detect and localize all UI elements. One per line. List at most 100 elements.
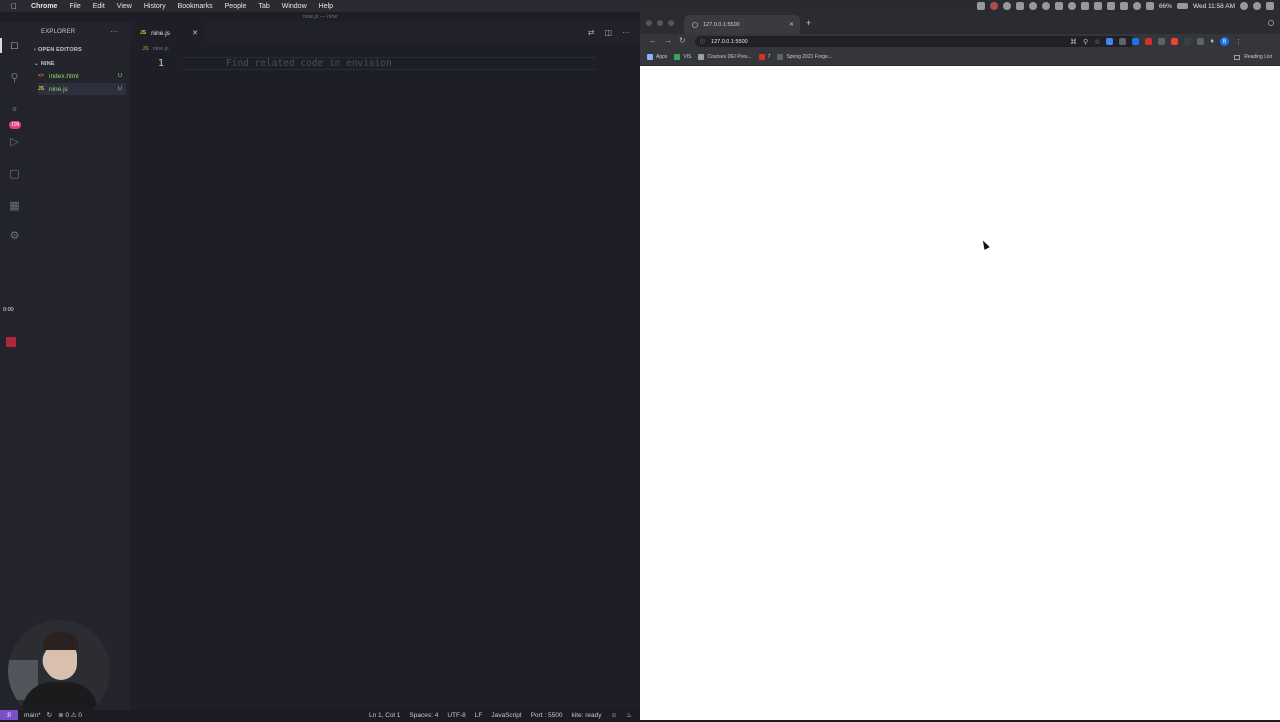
gear-icon[interactable] xyxy=(1002,2,1011,10)
split-editor-icon[interactable]: ◫ xyxy=(604,28,612,37)
bookmark-7[interactable]: 7 xyxy=(758,54,770,60)
extension-circle-icon[interactable] xyxy=(1184,38,1192,45)
settings-icon[interactable] xyxy=(1041,2,1050,10)
menubar-clock[interactable]: Wed 11:58 AM xyxy=(1193,3,1235,10)
wifi-icon[interactable] xyxy=(1132,2,1141,10)
extensions-icon[interactable]: ▦ xyxy=(7,198,22,213)
kite-status[interactable]: kite: ready xyxy=(572,712,602,719)
spotlight-icon[interactable] xyxy=(1240,2,1248,10)
menu-help[interactable]: Help xyxy=(319,3,333,10)
menu-bookmarks[interactable]: Bookmarks xyxy=(178,3,213,10)
extension-color-icon[interactable] xyxy=(1106,38,1114,45)
page-viewport[interactable] xyxy=(640,67,1280,720)
menu-file[interactable]: File xyxy=(69,3,80,10)
extension-record-icon[interactable] xyxy=(1171,38,1179,45)
editor-tab-bar: JS nine.js ✕ ⇄ ◫ ··· xyxy=(130,22,640,44)
extension-dark-icon[interactable] xyxy=(1158,38,1166,45)
camera-icon[interactable] xyxy=(976,2,985,10)
git-status-untracked: U xyxy=(118,86,122,92)
tab-nine-js[interactable]: JS nine.js ✕ xyxy=(134,22,204,44)
remote-indicator-icon[interactable]: ℬ xyxy=(0,710,18,720)
tab-search-icon[interactable] xyxy=(1268,20,1274,26)
notifications-icon[interactable]: ♨ xyxy=(626,711,632,719)
siri-icon[interactable] xyxy=(1253,2,1261,10)
explorer-icon[interactable]: □ xyxy=(0,38,22,53)
breadcrumb[interactable]: JS nine.js xyxy=(142,46,169,52)
bookmark-spring-2021[interactable]: Spring 2021 Forge... xyxy=(777,54,832,60)
sync-icon[interactable] xyxy=(1028,2,1037,10)
user-icon[interactable] xyxy=(1067,2,1076,10)
volume-icon[interactable] xyxy=(1145,2,1154,10)
extension-red-icon[interactable] xyxy=(1145,38,1153,45)
control-center-icon[interactable] xyxy=(1266,2,1274,10)
git-branch[interactable]: main* xyxy=(24,712,41,719)
zoom-icon[interactable]: ⚲ xyxy=(1083,38,1088,46)
record-icon[interactable] xyxy=(989,2,998,10)
bookmark-vis[interactable]: VIS xyxy=(674,54,691,60)
cursor-position[interactable]: Ln 1, Col 1 xyxy=(369,712,400,719)
info-icon[interactable]: ⓘ xyxy=(700,38,705,45)
dropbox-icon[interactable] xyxy=(1015,2,1024,10)
more-actions-icon[interactable]: ··· xyxy=(622,28,630,37)
extension-blue-icon[interactable] xyxy=(1132,38,1140,45)
menu-history[interactable]: History xyxy=(144,3,166,10)
menu-view[interactable]: View xyxy=(117,3,132,10)
code-line-ghost-text[interactable]: Find related code in envision xyxy=(182,57,596,70)
back-icon[interactable]: ← xyxy=(649,36,657,45)
bookmark-courses[interactable]: Courses DEI Pres... xyxy=(698,54,752,60)
close-icon[interactable]: ✕ xyxy=(192,29,198,37)
browser-tab[interactable]: 127.0.0.1:5500 ✕ xyxy=(684,15,800,34)
menu-window[interactable]: Window xyxy=(282,3,307,10)
folder-section[interactable]: ⌄ NINE xyxy=(34,61,55,67)
butterfly-icon[interactable] xyxy=(1093,2,1102,10)
menu-tab[interactable]: Tab xyxy=(258,3,269,10)
qr-code-icon[interactable]: ⌘ xyxy=(1070,38,1077,46)
stop-recording-icon[interactable] xyxy=(6,337,16,347)
address-bar[interactable]: ⓘ 127.0.0.1:5500 xyxy=(695,36,1135,47)
window-controls xyxy=(646,20,674,26)
extension-gray-icon[interactable] xyxy=(1119,38,1127,45)
run-debug-icon[interactable]: ▷ xyxy=(7,134,22,149)
file-item-index-html[interactable]: <> index.html U xyxy=(38,70,126,82)
apple-icon[interactable]:  xyxy=(9,1,19,11)
feedback-icon[interactable]: ☺ xyxy=(611,712,618,719)
close-window-icon[interactable] xyxy=(646,20,652,26)
chrome-menu-icon[interactable]: ⋮ xyxy=(1235,38,1242,46)
cloud-icon[interactable] xyxy=(1080,2,1089,10)
file-item-nine-js[interactable]: JS nine.js U xyxy=(38,83,126,95)
search-icon[interactable]: ⚲ xyxy=(7,70,22,85)
extension-pen-icon[interactable] xyxy=(1197,38,1205,45)
minimize-window-icon[interactable] xyxy=(657,20,663,26)
source-control-icon[interactable]: ⚬ xyxy=(7,102,22,117)
sync-icon[interactable]: ↻ xyxy=(47,711,52,719)
new-tab-icon[interactable]: + xyxy=(806,18,811,28)
end-of-line[interactable]: LF xyxy=(475,712,483,719)
maximize-window-icon[interactable] xyxy=(668,20,674,26)
airplay-icon[interactable] xyxy=(1106,2,1115,10)
forward-icon[interactable]: → xyxy=(664,36,672,45)
menu-people[interactable]: People xyxy=(225,3,247,10)
file-encoding[interactable]: UTF-8 xyxy=(447,712,465,719)
open-changes-icon[interactable]: ⇄ xyxy=(588,28,595,37)
screen-icon[interactable] xyxy=(1119,2,1128,10)
more-actions-icon[interactable]: ··· xyxy=(110,27,118,36)
language-mode[interactable]: JavaScript xyxy=(491,712,521,719)
battery-icon[interactable] xyxy=(1176,3,1188,9)
reload-icon[interactable]: ↻ xyxy=(679,36,686,45)
docker-icon[interactable]: ⚙ xyxy=(7,228,22,243)
reading-list-button[interactable]: Reading List xyxy=(1234,54,1272,60)
bookmark-apps[interactable]: Apps xyxy=(647,54,667,60)
extensions-puzzle-icon[interactable]: ♦ xyxy=(1210,38,1214,45)
menu-app-name[interactable]: Chrome xyxy=(31,3,57,10)
close-tab-icon[interactable]: ✕ xyxy=(789,21,794,28)
live-server-port[interactable]: Port : 5500 xyxy=(531,712,563,719)
shield-icon[interactable] xyxy=(1054,2,1063,10)
indentation[interactable]: Spaces: 4 xyxy=(409,712,438,719)
menu-edit[interactable]: Edit xyxy=(93,3,105,10)
bookmark-star-icon[interactable]: ☆ xyxy=(1094,38,1100,46)
globe-icon xyxy=(777,54,784,60)
open-editors-section[interactable]: › OPEN EDITORS xyxy=(34,47,82,53)
problems-count[interactable]: ⊗ 0 ⚠ 0 xyxy=(58,711,82,719)
profile-avatar[interactable]: B xyxy=(1220,37,1229,46)
remote-explorer-icon[interactable]: ▢ xyxy=(7,166,22,181)
